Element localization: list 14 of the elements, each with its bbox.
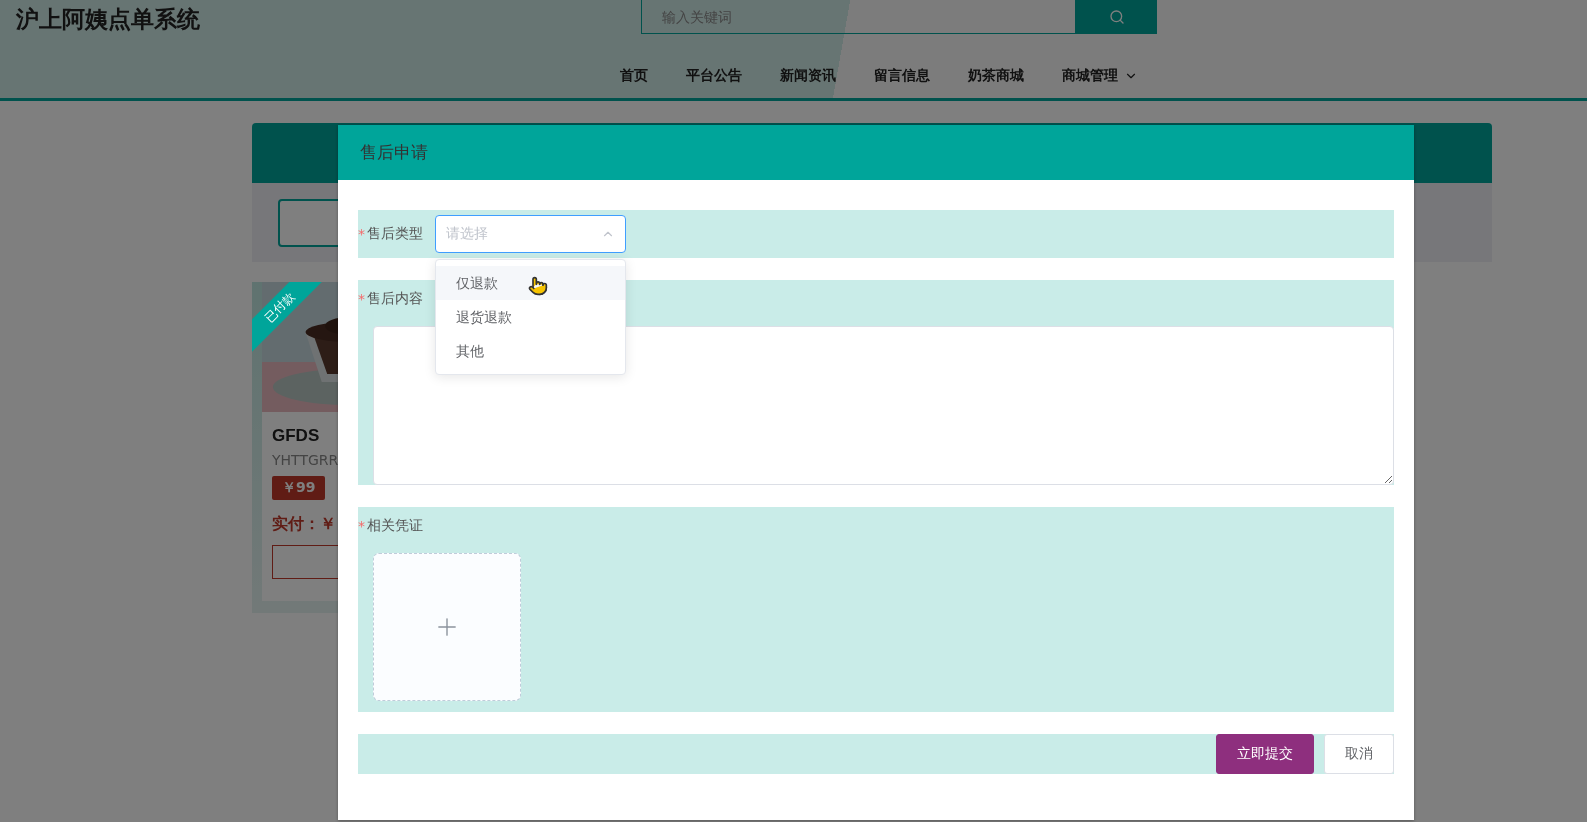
required-mark: *	[358, 518, 365, 534]
select-placeholder: 请选择	[446, 225, 488, 243]
product-name: GFDS	[272, 426, 321, 446]
label-text: 相关凭证	[367, 517, 423, 535]
required-mark: *	[358, 226, 365, 242]
site-title: 沪上阿姨点单系统	[15, 5, 201, 34]
dialog-title: 售后申请	[360, 141, 428, 164]
price-tag: ￥99	[272, 476, 326, 500]
product-description: YHTTGRR	[272, 452, 340, 468]
label-text: 售后内容	[367, 290, 423, 308]
label-text: 售后类型	[367, 225, 423, 243]
paid-amount: 实付：￥	[272, 514, 336, 535]
required-mark: *	[358, 291, 365, 307]
nav-label: 商城管理	[1062, 67, 1118, 85]
